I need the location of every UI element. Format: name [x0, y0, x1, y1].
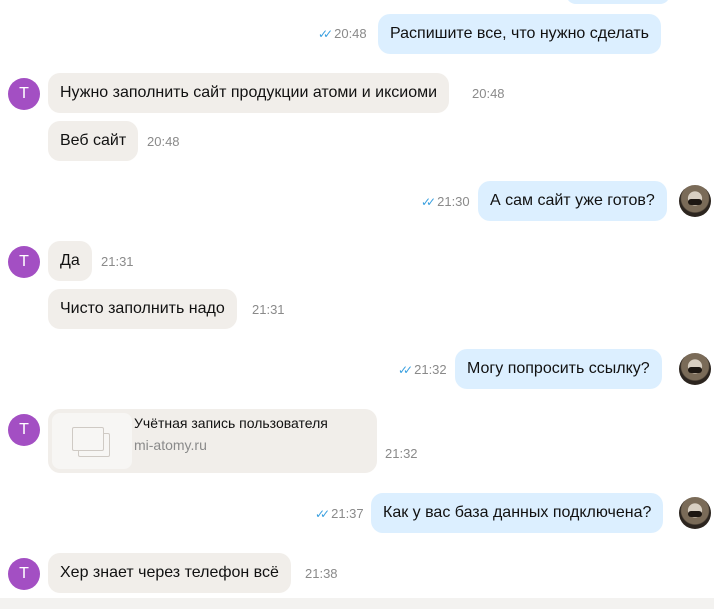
user-avatar[interactable]: [679, 185, 711, 217]
read-ticks-icon: ✓✓: [421, 195, 436, 209]
read-ticks-icon: ✓✓: [315, 507, 330, 521]
message-time: 21:31: [101, 254, 134, 269]
contact-avatar[interactable]: Т: [8, 414, 40, 446]
message-time: 21:38: [305, 566, 338, 581]
incoming-message[interactable]: Да: [48, 241, 92, 281]
message-time: ✓✓ 20:48: [318, 26, 367, 41]
incoming-message[interactable]: Чисто заполнить надо: [48, 289, 237, 329]
document-icon: [72, 427, 110, 457]
outgoing-message[interactable]: Могу попросить ссылку?: [455, 349, 662, 389]
incoming-message[interactable]: Хер знает через телефон всё: [48, 553, 291, 593]
message-time: 20:48: [472, 86, 505, 101]
outgoing-message[interactable]: А сам сайт уже готов?: [478, 181, 667, 221]
link-title: Учётная запись пользователя: [134, 415, 328, 431]
user-avatar[interactable]: [679, 497, 711, 529]
message-time: 21:31: [252, 302, 285, 317]
previous-message-bubble: [566, 0, 670, 4]
contact-avatar[interactable]: Т: [8, 78, 40, 110]
composer-edge: [0, 598, 714, 609]
contact-avatar[interactable]: Т: [8, 558, 40, 590]
chat-thread: ✓✓ 20:48 Распишите все, что нужно сделать…: [0, 0, 714, 609]
message-time: ✓✓ 21:32: [398, 362, 447, 377]
incoming-message[interactable]: Нужно заполнить сайт продукции атоми и и…: [48, 73, 450, 113]
message-time: ✓✓ 21:37: [315, 506, 364, 521]
incoming-message[interactable]: Веб сайт: [48, 121, 139, 161]
user-avatar[interactable]: [679, 353, 711, 385]
outgoing-message[interactable]: Распишите все, что нужно сделать: [378, 14, 661, 54]
message-time: 20:48: [147, 134, 180, 149]
contact-avatar[interactable]: Т: [8, 246, 40, 278]
link-url[interactable]: mi-atomy.ru: [134, 437, 207, 453]
link-thumbnail: [52, 413, 132, 469]
message-time: ✓✓ 21:30: [421, 194, 470, 209]
outgoing-message[interactable]: Как у вас база данных подключена?: [371, 493, 664, 533]
read-ticks-icon: ✓✓: [398, 363, 413, 377]
message-time: 21:32: [385, 446, 418, 461]
link-preview-card[interactable]: Учётная запись пользователя mi-atomy.ru: [48, 409, 377, 473]
read-ticks-icon: ✓✓: [318, 27, 333, 41]
